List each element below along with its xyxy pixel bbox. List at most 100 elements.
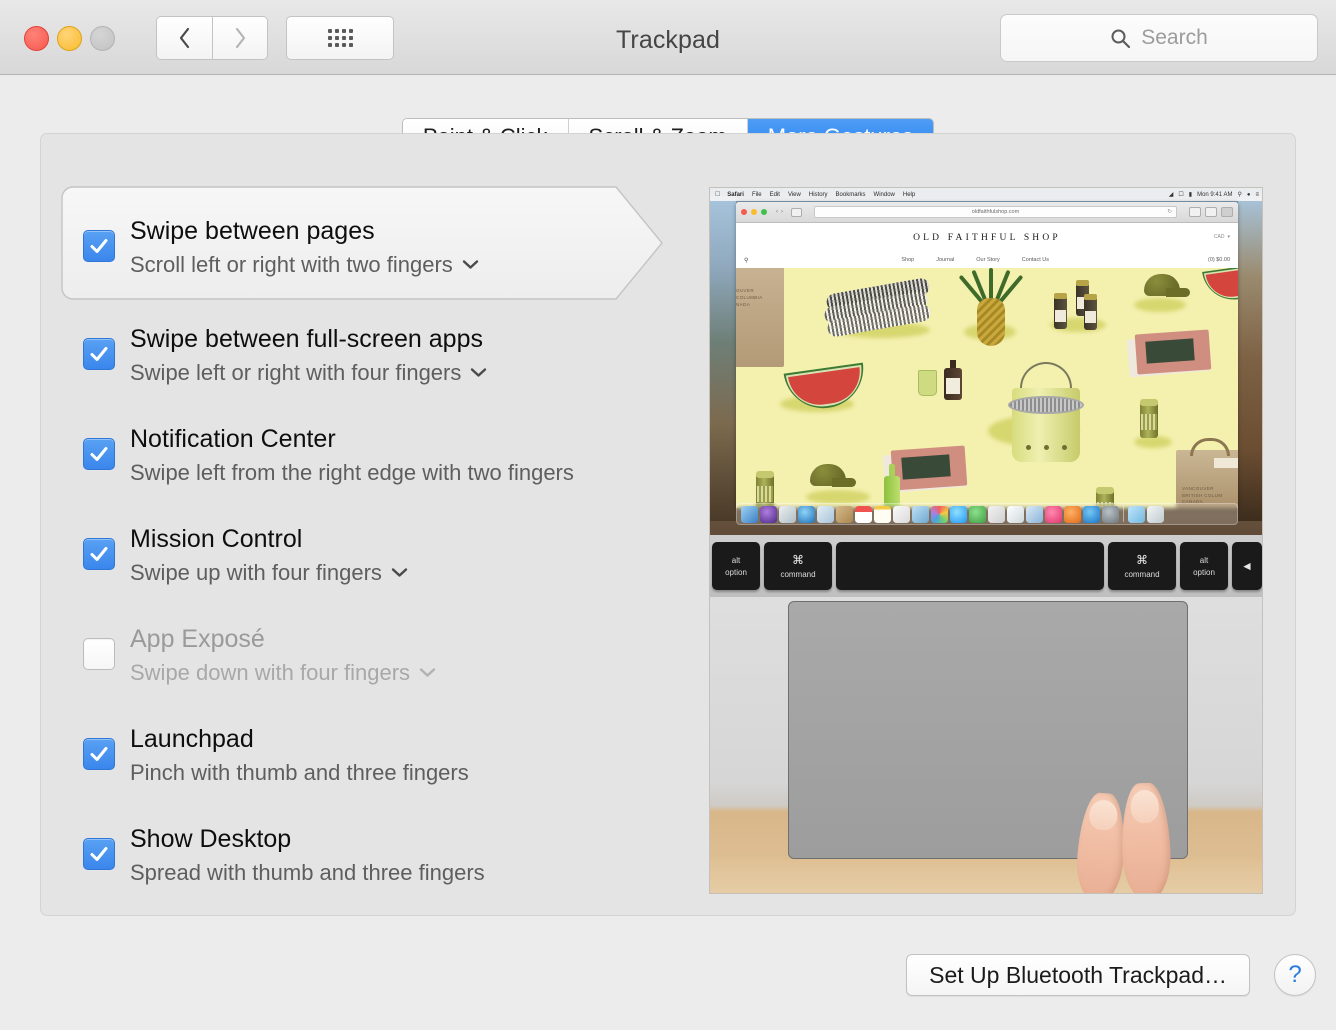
chevron-down-icon[interactable] <box>419 667 436 678</box>
gesture-subtitle: Swipe left from the right edge with two … <box>130 459 574 485</box>
menu-safari: Safari <box>722 191 744 198</box>
safari-sidebar-icon <box>791 207 802 217</box>
battery-icon: ▮ <box>1188 192 1193 198</box>
dock-icon-itunes <box>1045 505 1062 523</box>
gesture-row-show-desktop[interactable]: Show Desktop Spread with thumb and three… <box>61 800 681 900</box>
spotlight-icon: ⚲ <box>1237 192 1242 198</box>
gesture-title: Mission Control <box>130 525 303 553</box>
preview-mac-screen:  Safari File Edit View History Bookmark… <box>710 188 1262 535</box>
gesture-checkbox-swipe-between-full-screen-apps[interactable] <box>83 338 115 370</box>
safari-address-bar: oldfaithfulshop.com ↻ <box>814 206 1177 218</box>
trackpad-preferences-window: Trackpad Search Point & Click Scroll & Z… <box>0 0 1336 1030</box>
gesture-checkbox-launchpad[interactable] <box>83 738 115 770</box>
chevron-down-icon[interactable] <box>391 567 408 578</box>
wallpaper-left-strip <box>710 196 736 521</box>
product-pineapple <box>958 268 1024 346</box>
airplay-icon: ☐ <box>1178 192 1184 198</box>
menu-help: Help <box>897 191 915 198</box>
safari-back-icon: ‹ <box>776 209 778 215</box>
dock-icon-maps <box>912 505 929 523</box>
preferences-panel: Swipe between pages Scroll left or right… <box>40 133 1296 916</box>
product-watermelon-right <box>1202 268 1238 304</box>
shop-currency-selector: CAD ▾ <box>1214 234 1230 240</box>
arrow-left-icon: ◄ <box>1241 559 1253 573</box>
menu-file: File <box>746 191 762 198</box>
menubar-clock: Mon 9:41 AM <box>1197 191 1233 198</box>
key-arrow-left: ◄ <box>1232 542 1262 590</box>
dock-icon-system-preferences <box>1102 505 1119 523</box>
menu-window: Window <box>868 191 895 198</box>
wifi-icon: ◢ <box>1168 192 1174 198</box>
safari-close-button <box>741 209 747 215</box>
search-icon: ⚲ <box>744 257 749 264</box>
gesture-subtitle-row: Swipe left from the right edge with two … <box>130 459 574 487</box>
gesture-checkbox-show-desktop[interactable] <box>83 838 115 870</box>
checkmark-icon <box>90 239 108 253</box>
safari-share-icon <box>1189 207 1201 217</box>
help-button[interactable]: ? <box>1274 954 1316 996</box>
gesture-subtitle-row[interactable]: Swipe up with four fingers <box>130 559 408 587</box>
gesture-preview-video[interactable]:  Safari File Edit View History Bookmark… <box>709 187 1263 894</box>
set-up-bluetooth-trackpad-button[interactable]: Set Up Bluetooth Trackpad… <box>906 954 1250 996</box>
key-spacebar <box>836 542 1104 590</box>
product-cap-top-right <box>1136 274 1190 304</box>
checkmark-icon <box>90 547 108 561</box>
menu-history: History <box>803 191 828 198</box>
gesture-row-mission-control[interactable]: Mission Control Swipe up with four finge… <box>61 500 681 600</box>
chevron-down-icon[interactable] <box>462 259 479 270</box>
dock-icon-facetime <box>969 505 986 523</box>
gesture-text-mission-control: Mission Control Swipe up with four finge… <box>130 524 408 586</box>
dock-icon-notes <box>874 505 891 523</box>
desk-surface <box>710 859 1262 893</box>
siri-icon: ● <box>1246 191 1251 198</box>
dock-icon-launchpad <box>779 505 796 523</box>
dock-icon-numbers <box>1007 505 1024 523</box>
shop-hero-product-photo: OUVER COLUMBIA NADA VANCOUVER BRITISH CO… <box>736 268 1238 508</box>
shop-nav-contact-us: Contact Us <box>1021 257 1050 263</box>
checkmark-icon <box>90 847 108 861</box>
gesture-subtitle-row: Spread with thumb and three fingers <box>130 859 485 887</box>
dock-icon-messages <box>950 505 967 523</box>
shop-site-title: OLD FAITHFUL SHOP <box>913 232 1061 243</box>
gesture-subtitle-row: Pinch with thumb and three fingers <box>130 759 469 787</box>
menu-view: View <box>782 191 801 198</box>
product-cap-bottom-left <box>802 464 856 494</box>
dock-icon-calendar <box>855 505 872 523</box>
key-alt-label: alt <box>731 555 741 565</box>
key-option-label: option <box>1193 567 1215 577</box>
gesture-row-swipe-between-full-screen-apps[interactable]: Swipe between full-screen apps Swipe lef… <box>61 300 681 400</box>
gesture-subtitle-row[interactable]: Swipe down with four fingers <box>130 659 436 687</box>
safari-minimize-button <box>751 209 757 215</box>
product-dark-bottle <box>944 360 962 400</box>
product-green-bottle <box>884 464 900 508</box>
wallpaper-right-strip <box>1238 196 1262 521</box>
gesture-title: App Exposé <box>130 625 265 653</box>
menu-edit: Edit <box>764 191 780 198</box>
control-center-icon: ≡ <box>1255 191 1259 198</box>
window-footer: Set Up Bluetooth Trackpad… ? <box>0 954 1336 1002</box>
gesture-row-notification-center[interactable]: Notification Center Swipe left from the … <box>61 400 681 500</box>
gesture-checkbox-notification-center[interactable] <box>83 438 115 470</box>
safari-newtab-icon <box>1221 207 1233 217</box>
gesture-subtitle: Swipe left or right with four fingers <box>130 359 462 385</box>
gesture-checkbox-app-expose[interactable] <box>83 638 115 670</box>
preview-dock <box>736 503 1238 525</box>
gesture-subtitle-row[interactable]: Swipe left or right with four fingers <box>130 359 487 387</box>
gesture-row-swipe-between-pages[interactable]: Swipe between pages Scroll left or right… <box>61 186 681 300</box>
search-input[interactable]: Search <box>1000 14 1318 62</box>
gesture-subtitle: Swipe down with four fingers <box>130 659 411 685</box>
gesture-row-app-expose[interactable]: App Exposé Swipe down with four fingers <box>61 600 681 700</box>
menu-bookmarks: Bookmarks <box>830 191 866 198</box>
gesture-row-launchpad[interactable]: Launchpad Pinch with thumb and three fin… <box>61 700 681 800</box>
shop-site-nav: ⚲ Shop Journal Our Story Contact Us (0) … <box>736 252 1238 268</box>
dock-icon-pages <box>988 505 1005 523</box>
shop-nav-our-story: Our Story <box>976 257 1000 263</box>
gesture-text-launchpad: Launchpad Pinch with thumb and three fin… <box>130 724 469 786</box>
gesture-checkbox-mission-control[interactable] <box>83 538 115 570</box>
gesture-subtitle-row[interactable]: Scroll left or right with two fingers <box>130 251 479 279</box>
command-icon: ⌘ <box>792 553 804 567</box>
dock-icon-mail <box>817 505 834 523</box>
chevron-down-icon[interactable] <box>470 367 487 378</box>
gesture-checkbox-swipe-between-pages[interactable] <box>83 230 115 262</box>
gesture-text-show-desktop: Show Desktop Spread with thumb and three… <box>130 824 485 886</box>
